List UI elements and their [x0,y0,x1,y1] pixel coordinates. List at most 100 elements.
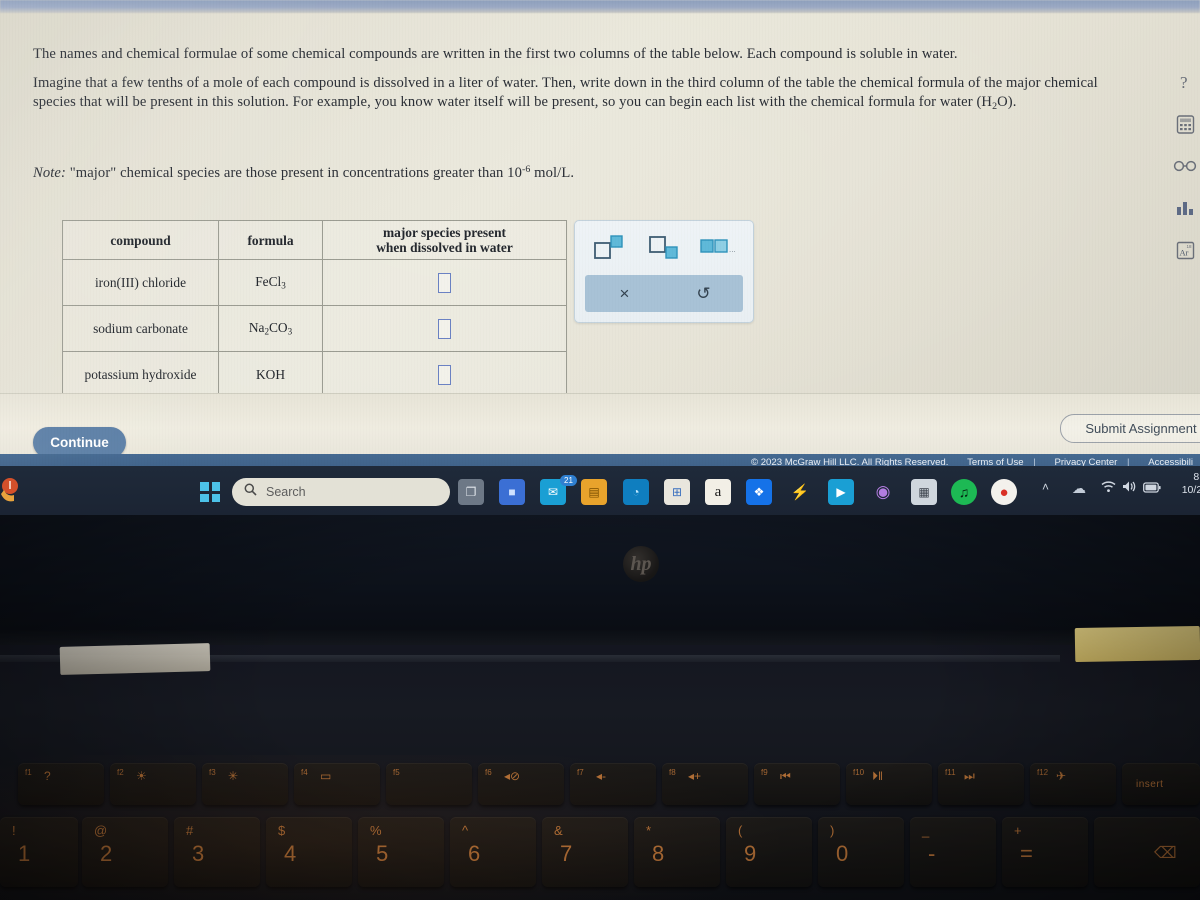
key-7[interactable]: & 7 [542,817,628,887]
page-footer-area [0,393,1200,456]
key-f1[interactable]: f1? [18,763,104,805]
clock-date: 10/25 [1181,484,1200,496]
header-species-line2: when dissolved in water [376,240,513,255]
answer-input[interactable] [438,272,451,293]
clock-time: 8:5 [1193,471,1200,483]
bar-chart-icon[interactable] [1168,191,1200,225]
taskbar-clock[interactable]: 8:5 10/25 [1168,471,1200,497]
start-button[interactable] [200,482,220,502]
taskbar-app-microsoft-store[interactable]: ⊞ [664,479,690,505]
answer-input[interactable] [438,318,451,339]
aleks-assignment-page: The names and chemical formulae of some … [0,13,1200,471]
key-4[interactable]: $4 [266,817,352,887]
taskbar-app-task-view[interactable]: ❐ [458,479,484,505]
formula-editor-palette: ... × ↺ [574,220,754,323]
key-f12[interactable]: f12 ✈ [1030,763,1116,805]
taskbar-app-chat[interactable]: ■ [499,479,525,505]
key-8[interactable]: * 8 [634,817,720,887]
wifi-icon[interactable] [1101,480,1116,498]
key-minus[interactable]: _ - [910,817,996,887]
show-hidden-icons-icon[interactable]: ˄ [1042,480,1049,494]
key-f2[interactable]: f2 ☀ [110,763,196,805]
laptop-screen: The names and chemical formulae of some … [0,0,1200,515]
key-f11[interactable]: f11 ⏭ [938,763,1024,805]
taskbar-app-calculator[interactable]: ▦ [911,479,937,505]
answer-cell[interactable] [322,259,567,306]
white-card-left [59,643,211,675]
taskbar-app-dropbox[interactable]: ❖ [746,479,772,505]
compound-name: iron(III) chloride [62,259,219,306]
taskbar-app-microsoft-365[interactable]: ◉ [870,479,896,505]
paragraph-2-text-a: Imagine that a few tenths of a mole of e… [33,75,1098,110]
clear-button[interactable]: × [585,275,664,312]
compound-formula: KOH [218,351,323,398]
formula-main: KOH [255,366,285,382]
search-placeholder-text: Search [266,485,306,499]
key-insert[interactable]: insert [1122,763,1200,805]
taskbar-app-flash[interactable]: ⚡ [787,479,813,505]
key-f8[interactable]: f8 ◂+ [662,763,748,805]
answer-input[interactable] [438,364,451,385]
undo-button[interactable]: ↺ [664,275,743,312]
key-equals[interactable]: + = [1002,817,1088,887]
tool-rail: ? Ar 18 [1168,65,1200,280]
svg-text:...: ... [729,245,736,254]
periodic-table-icon[interactable]: Ar 18 [1168,233,1200,267]
notification-badge-icon[interactable] [0,476,24,504]
compound-formula: FeCl3 [218,259,323,306]
taskbar-app-amazon[interactable]: a [705,479,731,505]
calculator-icon[interactable] [1168,107,1200,141]
answer-cell[interactable] [322,305,567,352]
key-backspace[interactable]: ⌫ [1094,817,1200,887]
key-f3[interactable]: f3 ✳ [202,763,288,805]
key-0[interactable]: ) 0 [818,817,904,887]
more-options-icon[interactable]: ... [697,233,749,263]
note-text-a: "major" chemical species are those prese… [69,165,522,182]
key-3[interactable]: #3 [174,817,260,887]
screen-bezel [0,515,1200,630]
taskbar-app-camera[interactable]: ▶ [828,479,854,505]
taskbar-app-edge-browser[interactable]: ◔ [623,479,649,505]
palette-tools: ... [575,221,753,274]
table-row: iron(III) chloride FeCl3 [62,259,567,306]
compounds-table: compound formula major species present w… [62,220,567,398]
header-species-line1: major species present [383,225,506,240]
paragraph-2-text-b: O). [997,94,1017,110]
search-icon [244,483,257,501]
key-f5[interactable]: f5 [386,763,472,805]
key-5[interactable]: % 5 [358,817,444,887]
speaker-icon[interactable] [1122,480,1137,498]
key-1[interactable]: ! 1 [0,817,78,887]
key-6[interactable]: ^ 6 [450,817,536,887]
key-f4[interactable]: f4 ▭ [294,763,380,805]
mail-badge-count: 21 [560,475,577,486]
key-9[interactable]: (9 [726,817,812,887]
header-formula: formula [218,220,323,260]
table-row: sodium carbonate Na2CO3 [62,305,567,352]
subscript-icon[interactable] [641,233,693,263]
superscript-icon[interactable] [585,233,637,263]
battery-icon[interactable] [1143,480,1161,498]
key-f7[interactable]: f7 ◂- [570,763,656,805]
taskbar-app-file-explorer[interactable]: ▤ [581,479,607,505]
formula-main-2: CO [269,320,288,336]
svg-text:Ar: Ar [1179,247,1188,257]
key-f10[interactable]: f10 ⏵‖ [846,763,932,805]
key-2[interactable]: @2 [82,817,168,887]
onedrive-icon[interactable]: ☁ [1072,480,1086,497]
note-label: Note: [33,165,66,182]
answer-cell[interactable] [322,351,567,398]
taskbar-search-input[interactable]: Search [232,478,450,506]
help-icon[interactable]: ? [1168,65,1200,99]
key-f6[interactable]: f6 ◂⊘ [478,763,564,805]
problem-paragraph-2: Imagine that a few tenths of a mole of e… [33,74,1143,116]
taskbar-app-chrome[interactable]: ● [991,479,1017,505]
glasses-icon[interactable] [1168,149,1200,183]
compound-name: potassium hydroxide [62,351,219,398]
key-f9[interactable]: f9 ⏮ [754,763,840,805]
palette-action-bar: × ↺ [585,275,743,312]
taskbar-app-spotify[interactable]: ♫ [951,479,977,505]
note-text-b: mol/L. [534,165,575,182]
problem-note: Note: "major" chemical species are those… [33,160,733,183]
submit-assignment-button[interactable]: Submit Assignment [1060,414,1200,443]
